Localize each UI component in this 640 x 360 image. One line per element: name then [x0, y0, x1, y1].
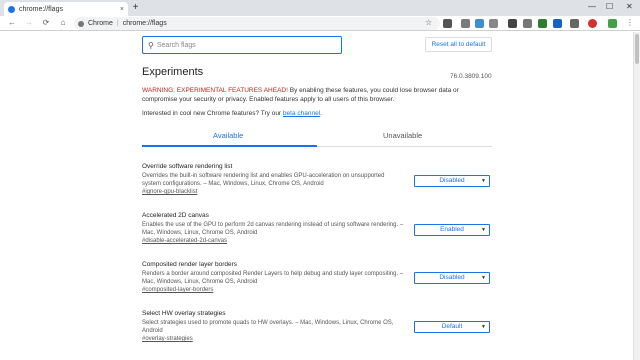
chevron-down-icon: ▼ — [481, 178, 486, 184]
extension-icon-6[interactable] — [523, 19, 532, 28]
chevron-down-icon: ▼ — [481, 275, 486, 281]
warning-strong: WARNING: EXPERIMENTAL FEATURES AHEAD! — [142, 87, 288, 94]
page-scrollbar[interactable] — [633, 32, 640, 360]
flag-item: Select HW overlay strategies Select stra… — [142, 310, 492, 343]
flag-id-link[interactable]: #overlay-strategies — [142, 335, 492, 343]
extension-icon-7[interactable] — [538, 19, 547, 28]
flag-description: Select strategies used to promote quads … — [142, 320, 394, 334]
active-tab-indicator — [142, 145, 317, 147]
reload-icon[interactable]: ⟳ — [41, 18, 51, 28]
extension-icon-3[interactable] — [475, 19, 484, 28]
extension-icon-2[interactable] — [461, 19, 470, 28]
flag-select[interactable]: Disabled ▼ — [414, 272, 490, 284]
omnibox-chip: Chrome — [88, 20, 113, 27]
beta-channel-link[interactable]: beta channel — [283, 110, 320, 117]
chevron-down-icon: ▼ — [481, 324, 486, 330]
scrollbar-thumb[interactable] — [635, 34, 639, 64]
flag-name: Select HW overlay strategies — [142, 310, 226, 317]
flag-description: Renders a border around composited Rende… — [142, 271, 404, 285]
site-info-icon[interactable] — [78, 20, 84, 27]
version-label: 76.0.3809.100 — [450, 73, 492, 80]
address-bar[interactable]: Chrome | chrome://flags — [74, 17, 440, 30]
flag-name: Override software rendering list — [142, 163, 233, 170]
search-input[interactable]: ⚲ Search flags — [142, 36, 342, 54]
flag-id-link[interactable]: #ignore-gpu-blacklist — [142, 188, 492, 196]
flag-item: Override software rendering list Overrid… — [142, 163, 492, 196]
extension-icon-10[interactable] — [588, 19, 597, 28]
flags-tabs: Available Unavailable — [142, 128, 492, 147]
flag-select-value: Disabled — [439, 274, 465, 281]
tab-strip: chrome://flags × + — ☐ ✕ — [0, 0, 640, 16]
flag-select-value: Enabled — [440, 226, 464, 233]
extension-icon-4[interactable] — [489, 19, 498, 28]
chevron-down-icon: ▼ — [481, 227, 486, 233]
extension-icon-5[interactable] — [508, 19, 517, 28]
flag-id-link[interactable]: #disable-accelerated-2d-canvas — [142, 237, 492, 245]
flag-name: Accelerated 2D canvas — [142, 212, 209, 219]
flag-description: Overrides the built-in software renderin… — [142, 173, 385, 187]
extension-icon-1[interactable] — [443, 19, 452, 28]
tab-available[interactable]: Available — [213, 131, 243, 140]
back-icon[interactable]: ← — [7, 18, 17, 28]
reset-all-button[interactable]: Reset all to default — [425, 37, 492, 52]
flag-select[interactable]: Disabled ▼ — [414, 175, 490, 187]
interest-text: Interested in cool new Chrome features? … — [142, 110, 283, 117]
omnibox-url: chrome://flags — [122, 20, 167, 27]
browser-toolbar: ← → ⟳ ⌂ Chrome | chrome://flags ☆ ⋮ — [0, 16, 640, 31]
warning-text: WARNING: EXPERIMENTAL FEATURES AHEAD! By… — [142, 86, 492, 104]
minimize-icon[interactable]: — — [588, 2, 596, 11]
extension-icon-11[interactable] — [608, 19, 617, 28]
maximize-icon[interactable]: ☐ — [606, 2, 613, 11]
flag-select[interactable]: Default ▼ — [414, 321, 490, 333]
page-title: Experiments — [142, 66, 204, 78]
flag-id-link[interactable]: #composited-layer-borders — [142, 286, 492, 294]
flag-select-value: Disabled — [439, 177, 465, 184]
tab-close-icon[interactable]: × — [120, 6, 124, 13]
chrome-favicon-icon — [8, 5, 15, 13]
flag-description: Enables the use of the GPU to perform 2d… — [142, 222, 404, 236]
home-icon[interactable]: ⌂ — [58, 18, 68, 28]
search-placeholder: Search flags — [156, 41, 196, 49]
flag-item: Accelerated 2D canvas Enables the use of… — [142, 212, 492, 245]
extension-icon-9[interactable] — [570, 19, 579, 28]
flag-item: Composited render layer borders Renders … — [142, 261, 492, 294]
interest-end: . — [320, 110, 322, 117]
flags-page: ⚲ Search flags Reset all to default Expe… — [0, 32, 640, 360]
window-close-icon[interactable]: ✕ — [626, 2, 633, 11]
tab-title: chrome://flags — [19, 5, 63, 13]
tab-unavailable[interactable]: Unavailable — [383, 131, 422, 140]
forward-icon[interactable]: → — [24, 18, 34, 28]
extension-icon-8[interactable] — [553, 19, 562, 28]
omnibox-separator: | — [116, 20, 119, 27]
menu-icon[interactable]: ⋮ — [625, 18, 635, 28]
flag-name: Composited render layer borders — [142, 261, 238, 268]
flag-select-value: Default — [441, 323, 463, 330]
tab-flags[interactable]: chrome://flags × — [4, 2, 128, 16]
new-tab-icon[interactable]: + — [130, 3, 141, 14]
bookmark-star-icon[interactable]: ☆ — [425, 18, 432, 27]
flag-select[interactable]: Enabled ▼ — [414, 224, 490, 236]
search-icon: ⚲ — [148, 40, 154, 50]
beta-channel-text: Interested in cool new Chrome features? … — [142, 110, 322, 117]
